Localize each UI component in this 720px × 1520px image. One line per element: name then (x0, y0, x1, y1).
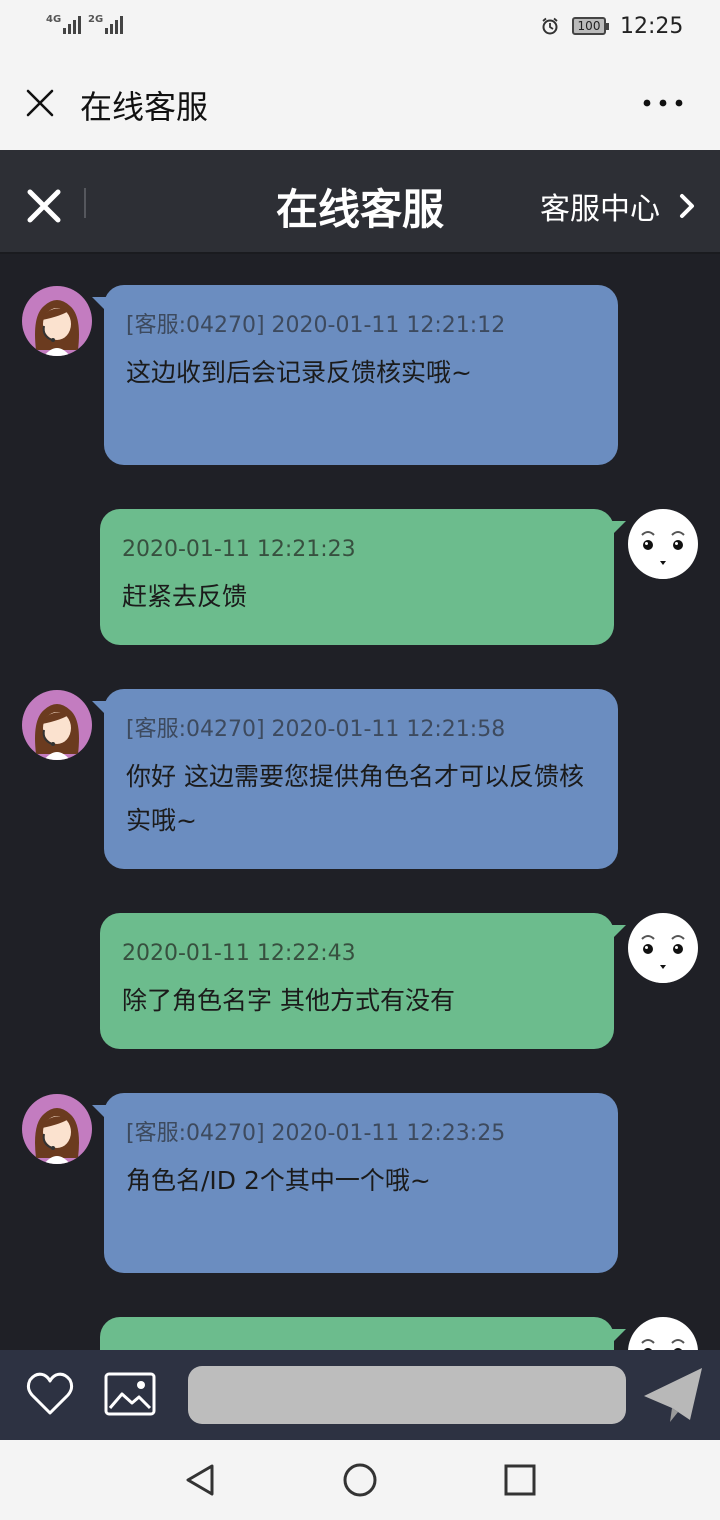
message-meta: 2020-01-11 12:22:43 (122, 941, 356, 966)
chat-header: 在线客服 客服中心 (0, 150, 720, 254)
chevron-right-icon[interactable] (678, 193, 696, 219)
close-icon[interactable] (26, 89, 54, 117)
message-input[interactable] (188, 1366, 626, 1424)
user-avatar (628, 913, 698, 983)
message-text: 除了角色名字 其他方式有没有 (122, 986, 455, 1015)
user-avatar (628, 1317, 698, 1350)
message-text: 你好 这边需要您提供角色名才可以反馈核实哦~ (126, 762, 584, 835)
status-time: 12:25 (620, 14, 684, 39)
message-text: 这边收到后会记录反馈核实哦~ (126, 358, 472, 387)
recents-icon[interactable] (502, 1462, 538, 1498)
agent-avatar (22, 1094, 92, 1164)
status-bar: 4G 2G 100 12:25 (0, 0, 720, 56)
signal-bars-icon (63, 14, 82, 34)
message-text: 角色名/ID 2个其中一个哦~ (126, 1166, 431, 1195)
signal-4g-label: 4G (46, 14, 62, 25)
alarm-icon (542, 17, 558, 35)
input-bar (0, 1350, 720, 1440)
agent-message: [客服:04270] 2020-01-11 12:21:12 这边收到后会记录反… (92, 285, 618, 465)
user-message (100, 1317, 626, 1350)
service-center-link[interactable]: 客服中心 (540, 184, 660, 228)
user-message: 2020-01-11 12:22:43 除了角色名字 其他方式有没有 (100, 913, 626, 1049)
signal-2g-label: 2G (88, 14, 104, 25)
agent-avatar (22, 690, 92, 760)
signal-4g: 4G (46, 14, 82, 34)
message-list[interactable]: [客服:04270] 2020-01-11 12:21:12 这边收到后会记录反… (0, 254, 720, 1350)
user-message: 2020-01-11 12:21:23 赶紧去反馈 (100, 509, 626, 645)
app-bar: 在线客服 (0, 56, 720, 150)
signal-bars-icon (105, 14, 124, 34)
message-meta: 2020-01-11 12:21:23 (122, 537, 356, 562)
user-avatar (628, 509, 698, 579)
app-title: 在线客服 (80, 88, 209, 126)
heart-icon[interactable] (24, 1368, 76, 1418)
back-icon[interactable] (182, 1462, 218, 1498)
agent-avatar (22, 286, 92, 356)
more-icon[interactable] (640, 94, 686, 112)
signal-2g: 2G (88, 14, 124, 34)
message-text: 赶紧去反馈 (122, 582, 248, 611)
message-meta: [客服:04270] 2020-01-11 12:21:12 (126, 313, 506, 338)
battery-indicator: 100 (572, 17, 609, 35)
send-icon[interactable] (642, 1366, 704, 1424)
message-meta: [客服:04270] 2020-01-11 12:21:58 (126, 717, 506, 742)
image-icon[interactable] (104, 1370, 156, 1418)
system-nav-bar (0, 1440, 720, 1520)
agent-message: [客服:04270] 2020-01-11 12:23:25 角色名/ID 2个… (92, 1093, 618, 1273)
agent-message: [客服:04270] 2020-01-11 12:21:58 你好 这边需要您提… (92, 689, 618, 869)
home-icon[interactable] (342, 1462, 378, 1498)
message-meta: [客服:04270] 2020-01-11 12:23:25 (126, 1121, 506, 1146)
